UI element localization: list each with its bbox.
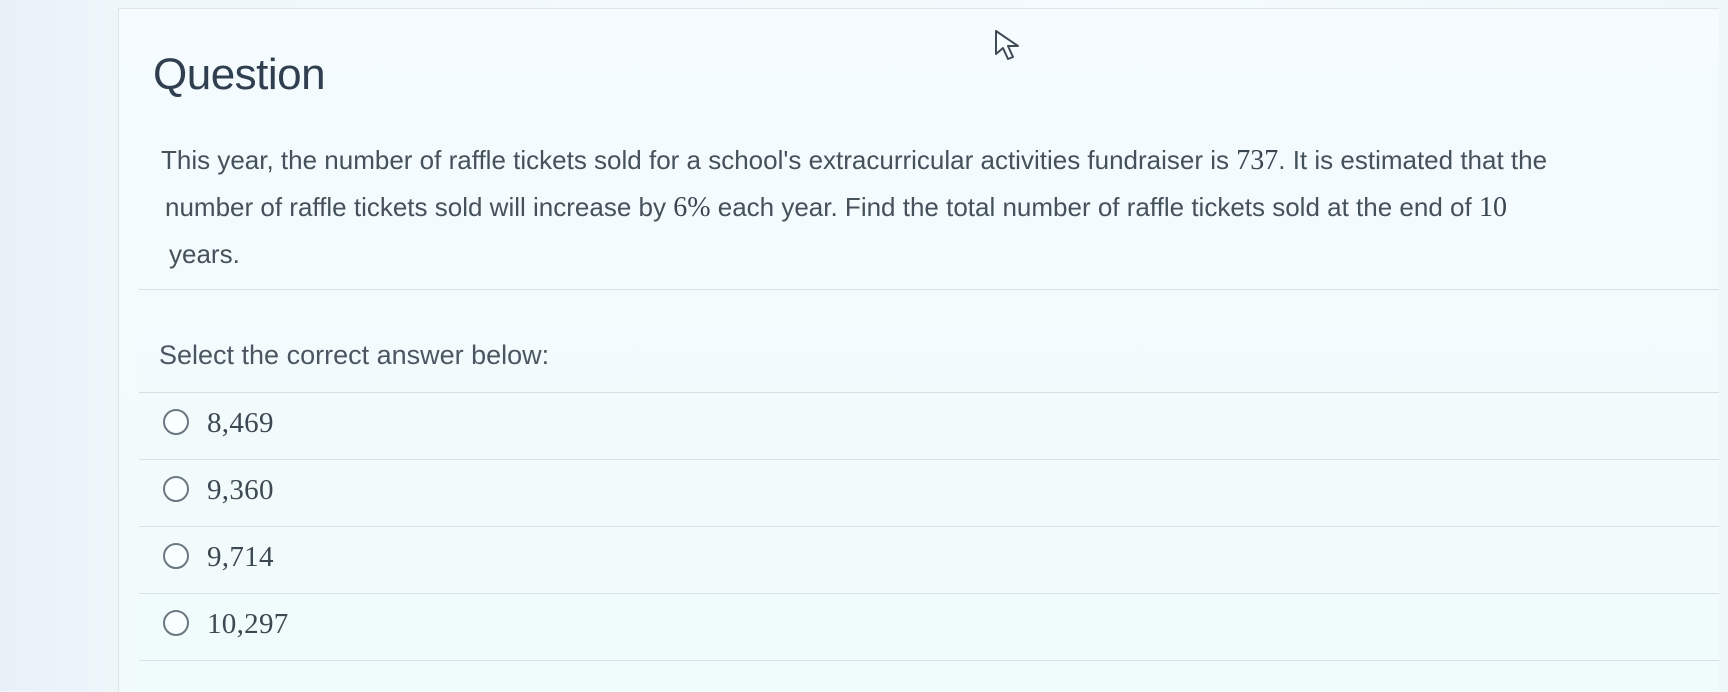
- question-line-2: number of raffle tickets sold will incre…: [165, 184, 1721, 231]
- mouse-pointer-icon: [995, 30, 1019, 60]
- answer-option-3[interactable]: 9,714: [139, 527, 1719, 594]
- radio-unchecked-icon[interactable]: [163, 476, 189, 502]
- answer-option-2[interactable]: 9,360: [139, 460, 1719, 527]
- ticket-count-value: 737: [1236, 145, 1279, 176]
- increase-percent-value: 6%: [673, 192, 711, 223]
- question-line-3: years.: [169, 239, 240, 269]
- radio-unchecked-icon[interactable]: [163, 543, 189, 569]
- answer-option-1-label: 8,469: [207, 407, 274, 439]
- answer-option-2-label: 9,360: [207, 474, 274, 506]
- answer-option-3-label: 9,714: [207, 541, 274, 573]
- radio-unchecked-icon[interactable]: [163, 409, 189, 435]
- radio-unchecked-icon[interactable]: [163, 610, 189, 636]
- answer-option-1[interactable]: 8,469: [139, 393, 1719, 460]
- question-line-2-prefix: number of raffle tickets sold will incre…: [165, 192, 674, 222]
- question-line-1-suffix: . It is estimated that the: [1278, 145, 1548, 175]
- years-value: 10: [1478, 192, 1507, 223]
- question-line-2-middle: each year. Find the total number of raff…: [710, 192, 1479, 222]
- question-panel: Question This year, the number of raffle…: [118, 8, 1719, 692]
- answer-section: Select the correct answer below: 8,469 9…: [139, 290, 1719, 692]
- question-line-1-prefix: This year, the number of raffle tickets …: [161, 145, 1237, 175]
- answer-option-4-label: 10,297: [207, 608, 289, 640]
- question-title: Question: [153, 50, 326, 99]
- question-line-1: This year, the number of raffle tickets …: [161, 137, 1721, 184]
- left-gutter: [0, 0, 118, 691]
- answer-option-4[interactable]: 10,297: [139, 594, 1719, 661]
- select-answer-label: Select the correct answer below:: [159, 340, 550, 370]
- question-text: This year, the number of raffle tickets …: [161, 137, 1721, 297]
